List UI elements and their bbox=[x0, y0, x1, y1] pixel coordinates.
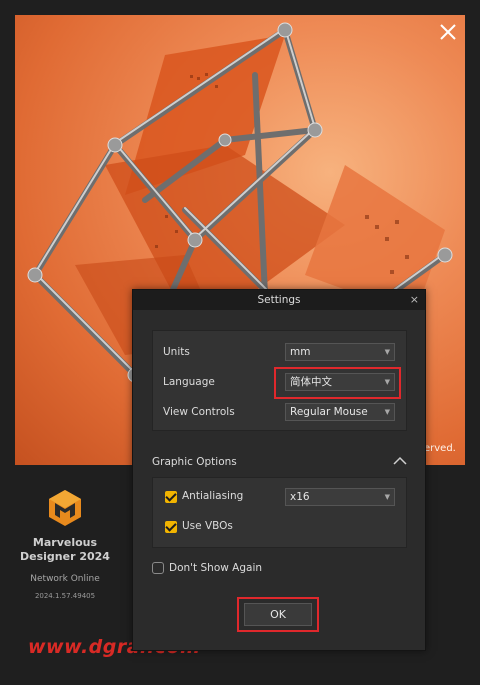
dont-show-again-checkbox[interactable] bbox=[152, 562, 164, 574]
chevron-down-icon: ▼ bbox=[384, 348, 390, 356]
ok-button[interactable]: OK bbox=[244, 603, 312, 626]
antialiasing-label: Antialiasing bbox=[182, 490, 244, 502]
app-branding: Marvelous Designer 2024 Network Online 2… bbox=[15, 488, 115, 600]
network-status: Network Online bbox=[30, 574, 100, 584]
chevron-down-icon: ▼ bbox=[384, 493, 390, 501]
use-vbos-label: Use VBOs bbox=[182, 520, 233, 532]
general-settings-panel: Units mm ▼ Language 简体中文 ▼ View Controls… bbox=[152, 330, 407, 431]
version-number: 2024.1.57.49405 bbox=[34, 592, 96, 600]
chevron-up-icon[interactable] bbox=[393, 456, 407, 466]
marvelous-designer-logo-icon bbox=[49, 490, 81, 526]
chevron-down-icon: ▼ bbox=[384, 378, 390, 386]
language-value: 简体中文 bbox=[290, 376, 332, 388]
language-select[interactable]: 简体中文 ▼ bbox=[285, 373, 395, 391]
units-label: Units bbox=[163, 346, 190, 358]
copyright-text: erved. bbox=[424, 443, 456, 454]
graphic-options-panel: Antialiasing x16 ▼ Use VBOs bbox=[152, 477, 407, 548]
app-name-line1: Marvelous bbox=[32, 536, 98, 549]
dialog-close-icon[interactable]: × bbox=[410, 293, 419, 307]
graphic-options-heading: Graphic Options bbox=[152, 456, 237, 468]
close-icon[interactable] bbox=[437, 21, 459, 43]
view-controls-value: Regular Mouse bbox=[290, 406, 368, 418]
antialiasing-value: x16 bbox=[290, 491, 310, 503]
chevron-down-icon: ▼ bbox=[384, 408, 390, 416]
units-select[interactable]: mm ▼ bbox=[285, 343, 395, 361]
antialiasing-checkbox[interactable] bbox=[165, 491, 177, 503]
view-controls-select[interactable]: Regular Mouse ▼ bbox=[285, 403, 395, 421]
units-value: mm bbox=[290, 346, 311, 358]
view-controls-label: View Controls bbox=[163, 406, 235, 418]
dialog-title: Settings bbox=[257, 294, 301, 306]
antialiasing-select[interactable]: x16 ▼ bbox=[285, 488, 395, 506]
dialog-title-bar[interactable]: Settings × bbox=[133, 290, 425, 310]
settings-dialog: Settings × Units mm ▼ Language 简体中文 ▼ Vi… bbox=[132, 289, 426, 651]
dont-show-again-label: Don't Show Again bbox=[169, 562, 263, 574]
use-vbos-checkbox[interactable] bbox=[165, 521, 177, 533]
app-name-line2: Designer 2024 bbox=[20, 550, 110, 563]
language-label: Language bbox=[163, 376, 215, 388]
